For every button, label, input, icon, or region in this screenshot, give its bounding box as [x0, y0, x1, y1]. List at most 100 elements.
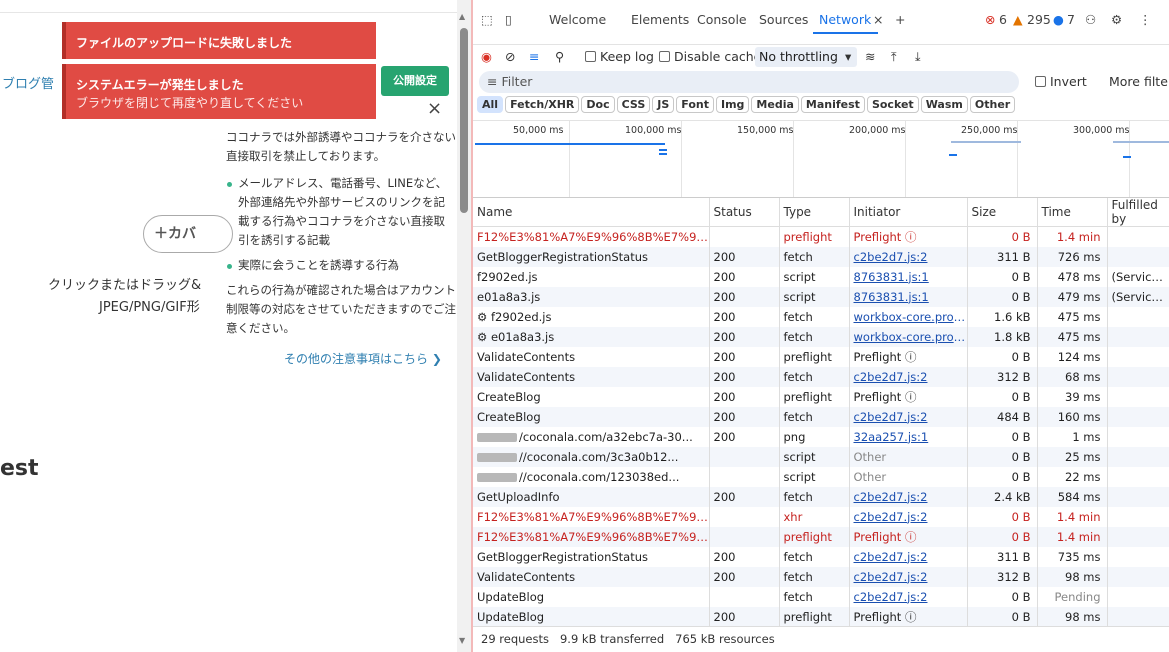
column-header[interactable]: Status: [709, 198, 780, 227]
more-filters-dropdown[interactable]: More filters: [1109, 74, 1169, 89]
table-row[interactable]: ValidateContents 200 preflight Preflight ⓘ 0…: [473, 346, 1169, 367]
cell-initiator[interactable]: c2be2d7.js:2: [849, 486, 968, 507]
filter-chip[interactable]: Manifest: [800, 96, 865, 113]
table-row[interactable]: GetUploadInfo 200 fetch c2be2d7.js:2 2.4 kB 5…: [473, 486, 1169, 507]
cell-initiator[interactable]: c2be2d7.js:2: [849, 406, 968, 427]
cell-initiator[interactable]: c2be2d7.js:2: [849, 546, 968, 567]
device-toolbar-icon[interactable]: ▯: [505, 12, 512, 27]
filter-chip[interactable]: Img: [715, 96, 750, 113]
column-header[interactable]: Size: [967, 198, 1038, 227]
column-header[interactable]: Initiator: [849, 198, 968, 227]
table-row[interactable]: //coconala.com/3c3a0b12... script Other 0 B…: [473, 446, 1169, 467]
cell-initiator[interactable]: 8763831.js:1: [849, 266, 968, 287]
table-row[interactable]: F12%E3%81%A7%E9%96%8B%E7%99%... preflight…: [473, 526, 1169, 547]
cell-initiator[interactable]: c2be2d7.js:2: [849, 366, 968, 387]
add-cover-button[interactable]: ＋カバ: [143, 215, 233, 253]
tab-sources[interactable]: Sources: [759, 12, 808, 27]
keep-log-checkbox[interactable]: Keep log: [585, 49, 654, 64]
table-row[interactable]: CreateBlog 200 fetch c2be2d7.js:2 484 B 160 m…: [473, 406, 1169, 427]
filter-chip[interactable]: CSS: [616, 96, 651, 113]
network-conditions-icon[interactable]: ≋: [865, 49, 875, 64]
filter-chip[interactable]: JS: [652, 96, 675, 113]
table-row[interactable]: CreateBlog 200 preflight Preflight ⓘ 0 B 39 m…: [473, 386, 1169, 407]
cell-size: 2.4 kB: [967, 486, 1038, 507]
warning-count[interactable]: 295: [1027, 12, 1051, 27]
table-row[interactable]: ⚙ f2902ed.js200fetchworkbox-core.prod.js…: [473, 306, 1169, 327]
table-row[interactable]: f2902ed.js 200 script 8763831.js:1 0 B 478 ms…: [473, 266, 1169, 287]
column-header[interactable]: Fulfilled by: [1107, 198, 1169, 227]
inspect-element-icon[interactable]: ⬚: [481, 12, 493, 27]
scrollbar-thumb[interactable]: [460, 28, 468, 213]
table-row[interactable]: /coconala.com/a32ebc7a-30... 200 png 32aa25…: [473, 426, 1169, 447]
info-count[interactable]: 7: [1067, 12, 1075, 27]
column-header[interactable]: Name: [473, 198, 710, 227]
table-row[interactable]: GetBloggerRegistrationStatus 200 fetch c2be…: [473, 546, 1169, 567]
cell-fulfilled: [1107, 306, 1169, 327]
publish-settings-button[interactable]: 公開設定: [381, 66, 449, 96]
record-icon[interactable]: ◉: [481, 49, 492, 64]
tab-welcome[interactable]: Welcome: [549, 12, 606, 27]
table-row[interactable]: e01a8a3.js 200 script 8763831.js:1 0 B 479 ms…: [473, 286, 1169, 307]
invert-checkbox[interactable]: Invert: [1035, 74, 1087, 89]
table-row[interactable]: F12%E3%81%A7%E9%96%8B%E7%99%... preflight…: [473, 226, 1169, 247]
filter-toggle-icon[interactable]: ≡: [529, 49, 539, 64]
more-notices-link[interactable]: その他の注意事項はこちら ❯: [284, 350, 442, 369]
disable-cache-checkbox[interactable]: Disable cache: [659, 49, 761, 64]
column-header[interactable]: Type: [779, 198, 850, 227]
warning-count-icon[interactable]: ▲: [1013, 12, 1023, 27]
checkbox-icon[interactable]: [1035, 76, 1046, 87]
column-header[interactable]: Time: [1037, 198, 1108, 227]
filter-chip[interactable]: Wasm: [920, 96, 968, 113]
filter-chip[interactable]: Fetch/XHR: [505, 96, 580, 113]
table-row[interactable]: ValidateContents 200 fetch c2be2d7.js:2 312 …: [473, 366, 1169, 387]
filter-input[interactable]: ≡ Filter: [479, 71, 1019, 93]
clear-icon[interactable]: ⊘: [505, 49, 515, 64]
cell-initiator[interactable]: c2be2d7.js:2: [849, 506, 968, 527]
chevron-down-icon[interactable]: ▾: [845, 49, 851, 64]
user-icon[interactable]: ⚇: [1085, 12, 1096, 27]
filter-chip[interactable]: Doc: [581, 96, 615, 113]
error-count-icon[interactable]: ⊗: [985, 12, 995, 27]
checkbox-icon[interactable]: [585, 51, 596, 62]
network-overview-timeline[interactable]: 50,000 ms 100,000 ms 150,000 ms 200,000 ms 2…: [473, 120, 1169, 198]
cell-initiator[interactable]: c2be2d7.js:2: [849, 586, 968, 607]
checkbox-icon[interactable]: [659, 51, 670, 62]
throttling-select[interactable]: No throttling: [755, 47, 857, 67]
filter-chip[interactable]: Font: [676, 96, 714, 113]
filter-chip[interactable]: Media: [751, 96, 799, 113]
table-row[interactable]: ValidateContents 200 fetch c2be2d7.js:2 312 …: [473, 566, 1169, 587]
close-icon[interactable]: ×: [427, 98, 442, 119]
info-count-icon[interactable]: ●: [1053, 12, 1064, 27]
gear-icon[interactable]: ⚙: [1111, 12, 1122, 27]
filter-chip[interactable]: All: [477, 96, 504, 113]
tab-elements[interactable]: Elements: [631, 12, 689, 27]
scroll-down-icon[interactable]: ▼: [459, 636, 465, 645]
tab-network[interactable]: Network: [819, 12, 871, 27]
tab-console[interactable]: Console: [697, 12, 747, 27]
scroll-up-icon[interactable]: ▲: [459, 12, 465, 21]
cell-initiator[interactable]: c2be2d7.js:2: [849, 246, 968, 267]
import-har-icon[interactable]: ⤒: [891, 49, 897, 65]
cell-initiator[interactable]: c2be2d7.js:2: [849, 566, 968, 587]
cell-initiator[interactable]: 32aa257.js:1: [849, 426, 968, 447]
export-har-icon[interactable]: ⤓: [915, 49, 921, 65]
table-row[interactable]: UpdateBlog fetch c2be2d7.js:2 0 B Pending: [473, 586, 1169, 607]
table-row[interactable]: ⚙ e01a8a3.js200fetchworkbox-core.prod.js…: [473, 326, 1169, 347]
page-scrollbar[interactable]: ▲ ▼: [457, 0, 471, 652]
cell-initiator[interactable]: 8763831.js:1: [849, 286, 968, 307]
error-count[interactable]: 6: [999, 12, 1007, 27]
cell-initiator[interactable]: workbox-core.prod.js:1: [849, 306, 968, 327]
table-row[interactable]: GetBloggerRegistrationStatus 200 fetch c2be…: [473, 246, 1169, 267]
filter-chip[interactable]: Socket: [866, 96, 919, 113]
more-options-icon[interactable]: ⋮: [1139, 12, 1152, 27]
table-row[interactable]: UpdateBlog 200 preflight Preflight ⓘ 0 B 98 m…: [473, 606, 1169, 627]
search-icon[interactable]: ⚲: [555, 49, 564, 64]
add-tab-icon[interactable]: +: [895, 12, 905, 27]
filter-chip[interactable]: Other: [969, 96, 1016, 113]
table-row[interactable]: //coconala.com/123038ed... script Other 0 B…: [473, 466, 1169, 487]
filter-bar: ≡ Filter Invert More filters: [473, 70, 1169, 94]
blog-admin-link[interactable]: ブログ管: [2, 73, 54, 92]
table-row[interactable]: F12%E3%81%A7%E9%96%8B%E7%99%... xhr c2be2d…: [473, 506, 1169, 527]
close-tab-icon[interactable]: ×: [873, 12, 883, 27]
cell-initiator[interactable]: workbox-core.prod.js:1: [849, 326, 968, 347]
